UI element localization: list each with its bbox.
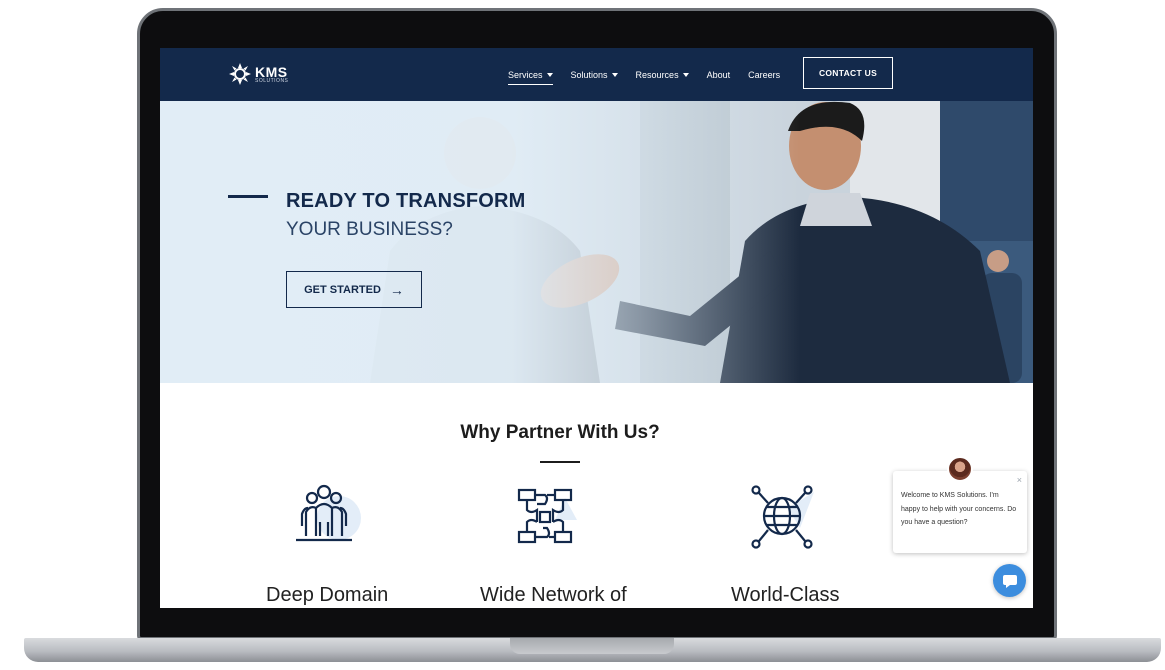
hero-accent-line xyxy=(228,195,268,198)
close-icon[interactable]: × xyxy=(1017,474,1022,488)
nav-item-label: Services xyxy=(508,69,543,80)
get-started-button[interactable]: GET STARTED → xyxy=(286,271,422,308)
connected-hands-icon xyxy=(517,488,577,544)
logo-text: KMS SOLUTIONS xyxy=(255,65,288,84)
globe-network-icon xyxy=(751,485,814,549)
hero-overlay xyxy=(160,101,800,383)
kms-logo[interactable]: KMS SOLUTIONS xyxy=(228,62,288,86)
top-navbar: KMS SOLUTIONS Services Solutions Resourc… xyxy=(160,48,1033,101)
caret-down-icon xyxy=(611,72,618,77)
nav-item-resources[interactable]: Resources xyxy=(636,70,689,80)
nav-item-label: Solutions xyxy=(570,69,608,80)
section-title: Why Partner With Us? xyxy=(460,422,660,443)
nav-item-about[interactable]: About xyxy=(707,70,731,80)
nav-item-label: About xyxy=(706,69,731,80)
logo-name: KMS xyxy=(255,63,288,80)
hero-subtitle: YOUR BUSINESS? xyxy=(286,219,453,240)
feature-label-wide-network: Wide Network of xyxy=(480,584,627,606)
contact-us-button[interactable]: CONTACT US xyxy=(803,57,893,89)
section-divider xyxy=(540,461,580,463)
caret-down-icon xyxy=(682,72,689,77)
team-people-icon xyxy=(296,484,361,542)
nav-item-careers[interactable]: Careers xyxy=(748,70,780,80)
nav-item-services[interactable]: Services xyxy=(508,69,553,85)
get-started-label: GET STARTED xyxy=(304,283,381,296)
nav-item-label: Careers xyxy=(748,69,781,80)
kms-logo-mark-icon xyxy=(229,63,251,85)
chat-welcome-bubble[interactable]: × Welcome to KMS Solutions. I'm happy to… xyxy=(893,471,1027,553)
caret-down-icon xyxy=(546,72,553,77)
chat-agent-avatar xyxy=(947,456,973,482)
nav-item-solutions[interactable]: Solutions xyxy=(571,70,618,80)
arrow-right-icon: → xyxy=(389,281,404,298)
website-screen: KMS SOLUTIONS Services Solutions Resourc… xyxy=(160,48,1033,608)
chat-bubble-icon xyxy=(1002,574,1017,588)
main-nav: Services Solutions Resources About Caree… xyxy=(508,48,798,101)
laptop-opening-notch xyxy=(510,638,674,654)
feature-label-world-class: World-Class xyxy=(731,584,840,606)
nav-item-label: Resources xyxy=(635,69,679,80)
hero-banner: READY TO TRANSFORM YOUR BUSINESS? GET ST… xyxy=(160,101,1033,383)
logo-subtitle: SOLUTIONS xyxy=(255,77,289,84)
chat-message: Welcome to KMS Solutions. I'm happy to h… xyxy=(901,492,1017,526)
chat-launcher-button[interactable] xyxy=(993,564,1026,597)
hero-title: READY TO TRANSFORM xyxy=(286,190,526,212)
feature-label-deep-domain: Deep Domain xyxy=(266,584,389,606)
